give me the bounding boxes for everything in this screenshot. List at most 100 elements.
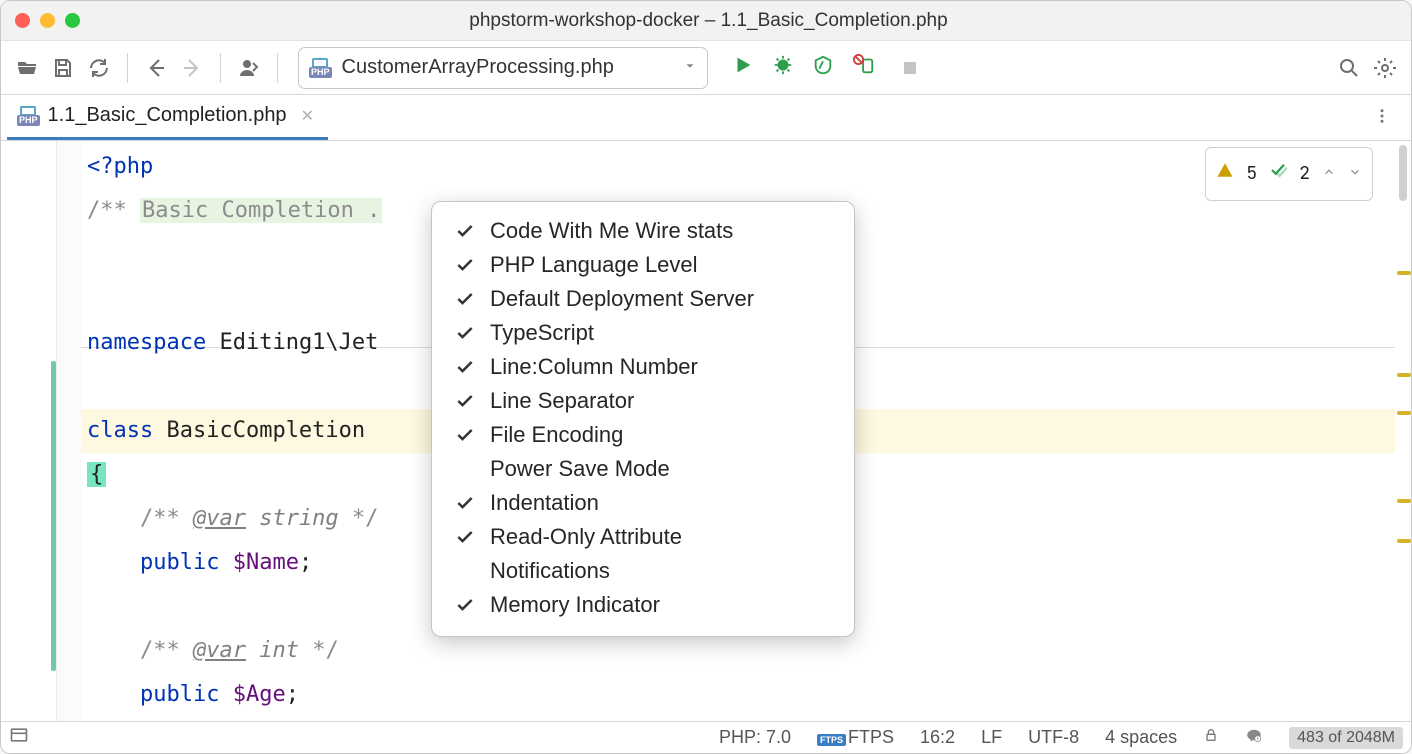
code-token: $Name (233, 550, 299, 575)
context-menu-label: Power Save Mode (490, 456, 670, 482)
stop-icon[interactable] (894, 52, 926, 84)
context-menu-item[interactable]: Notifications (432, 554, 854, 588)
status-memory-indicator[interactable]: 483 of 2048M (1289, 727, 1403, 749)
scrollbar-thumb[interactable] (1399, 145, 1407, 201)
code-token: string (259, 506, 338, 531)
check-icon (454, 526, 476, 548)
status-php-level[interactable]: PHP: 7.0 (719, 727, 791, 748)
code-token: @var (193, 638, 246, 663)
code-token: */ (299, 638, 339, 663)
forward-icon[interactable] (176, 52, 208, 84)
back-icon[interactable] (140, 52, 172, 84)
run-configuration-combo[interactable]: PHP CustomerArrayProcessing.php (298, 47, 708, 89)
main-toolbar: PHP CustomerArrayProcessing.php (1, 41, 1411, 95)
context-menu-item[interactable]: Default Deployment Server (432, 282, 854, 316)
context-menu-item[interactable]: TypeScript (432, 316, 854, 350)
status-line-column[interactable]: 16:2 (920, 727, 955, 748)
code-token: @var (193, 506, 246, 531)
tab-label: 1.1_Basic_Completion.php (48, 104, 287, 127)
save-icon[interactable] (47, 52, 79, 84)
check-icon (454, 356, 476, 378)
check-icon (454, 492, 476, 514)
check-icon (454, 594, 476, 616)
context-menu-item[interactable]: Power Save Mode (432, 452, 854, 486)
code-token: public (140, 682, 219, 707)
open-icon[interactable] (11, 52, 43, 84)
context-menu-item[interactable]: Line:Column Number (432, 350, 854, 384)
context-menu-label: Memory Indicator (490, 592, 660, 618)
editor-tab-active[interactable]: PHP 1.1_Basic_Completion.php ✕ (7, 94, 328, 140)
chevron-down-icon (683, 56, 697, 79)
close-window-button[interactable] (15, 13, 30, 28)
user-icon[interactable] (233, 52, 265, 84)
debug-icon[interactable] (772, 54, 794, 81)
check-icon (454, 220, 476, 242)
run-configuration-label: CustomerArrayProcessing.php (342, 56, 614, 79)
code-token: namespace (87, 330, 206, 355)
minimize-window-button[interactable] (40, 13, 55, 28)
fold-gutter (57, 141, 81, 721)
settings-icon[interactable] (1369, 52, 1401, 84)
context-menu-label: Line Separator (490, 388, 634, 414)
code-token: { (87, 462, 106, 487)
context-menu-label: Read-Only Attribute (490, 524, 682, 550)
context-menu-item[interactable]: Indentation (432, 486, 854, 520)
context-menu-item[interactable]: File Encoding (432, 418, 854, 452)
code-token: BasicCompletion (166, 418, 365, 443)
tool-windows-toggle-icon[interactable] (9, 725, 29, 750)
status-indentation[interactable]: 4 spaces (1105, 727, 1177, 748)
check-icon (454, 288, 476, 310)
status-bar-context-menu[interactable]: Code With Me Wire stats PHP Language Leve… (431, 201, 855, 637)
code-token: /** (87, 198, 140, 223)
code-token: /** (140, 506, 193, 531)
ide-window: phpstorm-workshop-docker – 1.1_Basic_Com… (0, 0, 1412, 754)
status-deploy-server[interactable]: FTPSFTPS (817, 727, 894, 748)
context-menu-label: TypeScript (490, 320, 594, 346)
reload-icon[interactable] (83, 52, 115, 84)
context-menu-item[interactable]: Line Separator (432, 384, 854, 418)
window-title: phpstorm-workshop-docker – 1.1_Basic_Com… (80, 10, 1337, 32)
notifications-icon[interactable] (1245, 726, 1263, 749)
context-menu-label: Line:Column Number (490, 354, 698, 380)
code-token: int (259, 638, 299, 663)
check-icon (454, 424, 476, 446)
code-token: <?php (87, 154, 153, 179)
profile-icon[interactable] (852, 54, 876, 81)
tool-window-gutter (1, 141, 57, 721)
context-menu-label: Default Deployment Server (490, 286, 754, 312)
code-token: /** (140, 638, 193, 663)
error-stripe[interactable] (1395, 141, 1411, 721)
coverage-icon[interactable] (812, 54, 834, 81)
php-file-icon: PHP (309, 58, 332, 78)
status-encoding[interactable]: UTF-8 (1028, 727, 1079, 748)
context-menu-item[interactable]: Memory Indicator (432, 588, 854, 622)
context-menu-label: File Encoding (490, 422, 623, 448)
code-token: Editing1\Jet (219, 330, 378, 355)
readonly-icon[interactable] (1203, 727, 1219, 748)
status-line-separator[interactable]: LF (981, 727, 1002, 748)
zoom-window-button[interactable] (65, 13, 80, 28)
tab-more-icon[interactable] (1359, 97, 1405, 140)
check-icon (454, 322, 476, 344)
close-tab-icon[interactable]: ✕ (301, 106, 314, 126)
context-menu-label: PHP Language Level (490, 252, 698, 278)
check-icon (454, 254, 476, 276)
code-token: */ (339, 506, 379, 531)
code-token: ; (299, 550, 312, 575)
context-menu-label: Code With Me Wire stats (490, 218, 733, 244)
search-icon[interactable] (1333, 52, 1365, 84)
run-icon[interactable] (732, 54, 754, 81)
check-icon (454, 390, 476, 412)
context-menu-label: Notifications (490, 558, 610, 584)
titlebar: phpstorm-workshop-docker – 1.1_Basic_Com… (1, 1, 1411, 41)
ftps-icon: FTPS (817, 734, 846, 746)
vcs-change-marker (51, 361, 56, 671)
window-controls (15, 13, 80, 28)
context-menu-item[interactable]: PHP Language Level (432, 248, 854, 282)
context-menu-item[interactable]: Code With Me Wire stats (432, 214, 854, 248)
context-menu-item[interactable]: Read-Only Attribute (432, 520, 854, 554)
code-token: Basic Completion . (140, 198, 382, 223)
editor-tabs: PHP 1.1_Basic_Completion.php ✕ (1, 95, 1411, 141)
context-menu-label: Indentation (490, 490, 599, 516)
code-token: class (87, 418, 153, 443)
